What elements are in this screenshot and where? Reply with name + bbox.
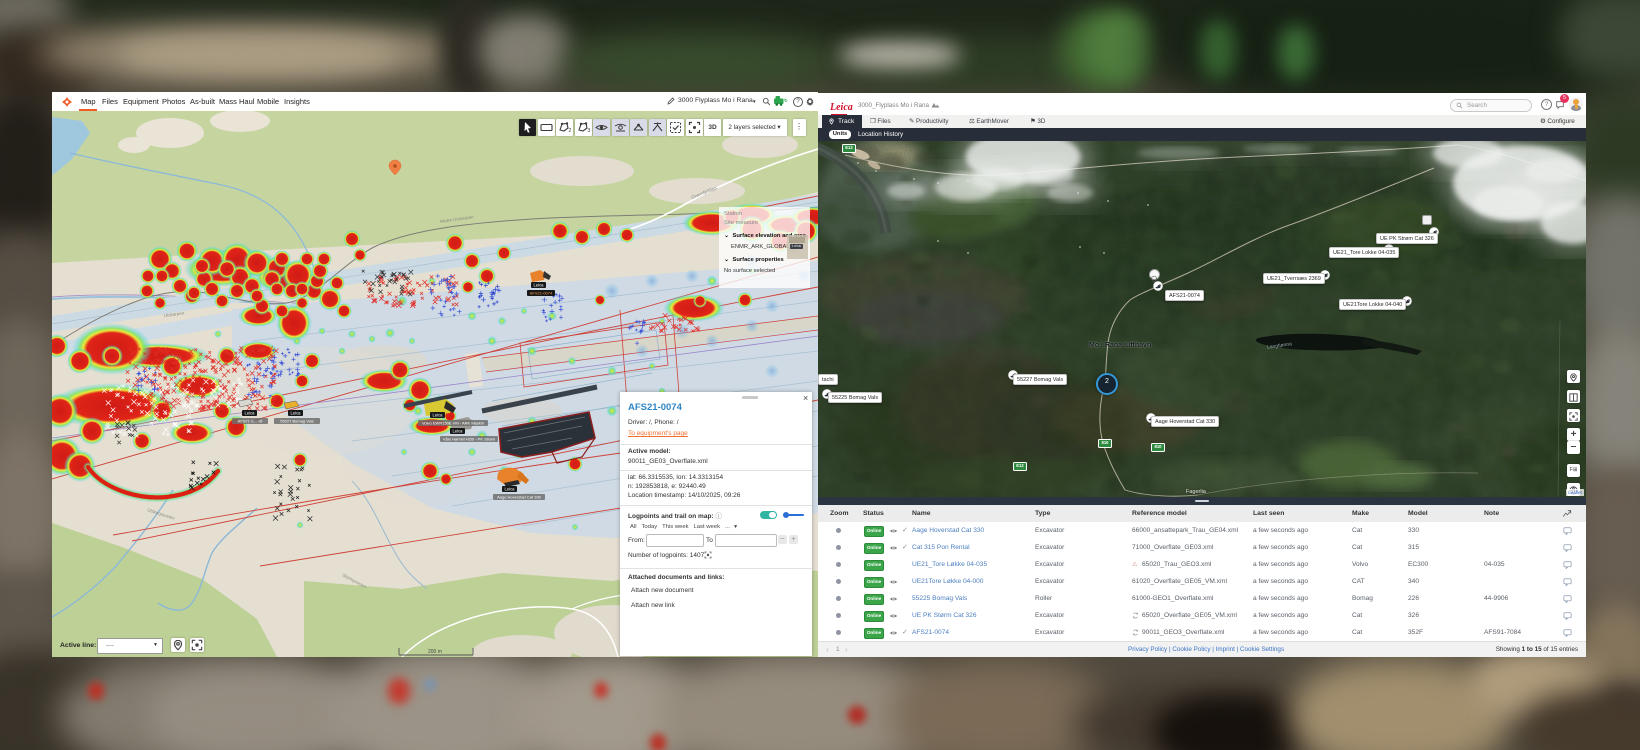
svg-text:2: 2 (569, 128, 572, 134)
svg-text:Leica: Leica (452, 429, 463, 434)
svg-text:↻: ↻ (784, 98, 788, 103)
svg-text:200 m: 200 m (428, 649, 442, 655)
svg-text:Vålo Hømini H26i - PK Strøm: Vålo Hømini H26i - PK Strøm (443, 437, 496, 442)
svg-text:Leica: Leica (290, 411, 301, 416)
svg-text:Leica: Leica (244, 411, 255, 416)
svg-text:Aage Hoverstad Cat 330: Aage Hoverstad Cat 330 (497, 495, 542, 500)
svg-text:AFS21-0... -Ø: AFS21-0... -Ø (238, 419, 263, 424)
svg-text:Volvo EWR150E VM - ARK Maskin: Volvo EWR150E VM - ARK Maskin (422, 421, 484, 426)
svg-text:Leica: Leica (533, 283, 544, 288)
svg-text:55227 Bomag Vals: 55227 Bomag Vals (280, 419, 314, 424)
svg-text:3: 3 (587, 128, 590, 134)
svg-text:AFS21-0074: AFS21-0074 (530, 291, 553, 296)
svg-text:Leica: Leica (504, 487, 515, 492)
svg-text:Leica: Leica (432, 413, 443, 418)
